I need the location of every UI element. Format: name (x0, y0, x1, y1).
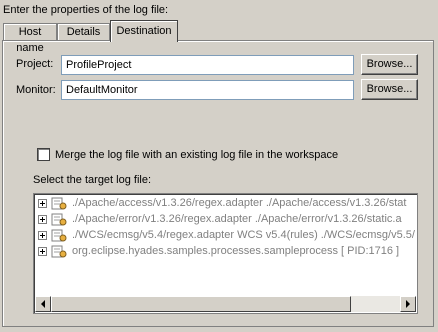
project-field[interactable]: ProfileProject (61, 55, 354, 75)
tree-item-label: ./Apache/error/v1.3.26/regex.adapter ./A… (72, 213, 402, 225)
tab-details[interactable]: Details (57, 23, 110, 41)
plus-expander-icon[interactable] (38, 247, 47, 256)
tab-destination[interactable]: Destination (110, 20, 178, 42)
log-file-icon (51, 197, 67, 210)
plus-expander-icon[interactable] (38, 215, 47, 224)
project-label: Project: (16, 58, 54, 70)
target-log-tree[interactable]: ./Apache/access/v1.3.26/regex.adapter ./… (33, 193, 418, 314)
target-label: Select the target log file: (33, 174, 152, 186)
horizontal-scrollbar[interactable] (35, 296, 416, 312)
plus-expander-icon[interactable] (38, 199, 47, 208)
tree-item-label: org.eclipse.hyades.samples.processes.sam… (72, 245, 400, 257)
log-file-icon (51, 213, 67, 226)
tab-host-name[interactable]: Host name (3, 23, 57, 54)
project-browse-button[interactable]: Browse... (361, 54, 418, 75)
tree-item-label: ./WCS/ecmsg/v5.4/regex.adapter WCS v5.4(… (72, 229, 415, 241)
merge-checkbox[interactable] (37, 148, 50, 161)
monitor-label: Monitor: (16, 84, 56, 96)
instruction-label: Enter the properties of the log file: (3, 4, 169, 16)
tree-item[interactable]: ./WCS/ecmsg/v5.4/regex.adapter WCS v5.4(… (34, 227, 417, 243)
tree-item[interactable]: ./Apache/error/v1.3.26/regex.adapter ./A… (34, 211, 417, 227)
merge-label[interactable]: Merge the log file with an existing log … (55, 149, 338, 162)
monitor-field[interactable]: DefaultMonitor (61, 80, 354, 100)
log-file-icon (51, 245, 67, 258)
plus-expander-icon[interactable] (38, 231, 47, 240)
arrow-left-icon[interactable] (35, 296, 51, 312)
log-file-icon (51, 229, 67, 242)
tree-item-label: ./Apache/access/v1.3.26/regex.adapter ./… (72, 197, 407, 209)
tree-item[interactable]: org.eclipse.hyades.samples.processes.sam… (34, 243, 417, 259)
arrow-right-icon[interactable] (400, 296, 416, 312)
tree-item[interactable]: ./Apache/access/v1.3.26/regex.adapter ./… (34, 195, 417, 211)
monitor-browse-button[interactable]: Browse... (361, 79, 418, 100)
scrollbar-thumb[interactable] (51, 296, 351, 312)
